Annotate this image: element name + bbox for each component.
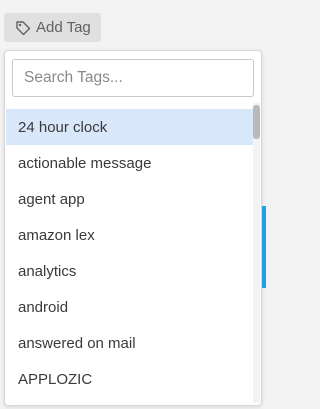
scrollbar-thumb[interactable]: [253, 105, 260, 139]
tag-list: 24 hour clock actionable message agent a…: [6, 109, 254, 397]
add-tag-button[interactable]: Add Tag: [4, 13, 101, 42]
tag-option[interactable]: android: [6, 289, 254, 325]
tag-option[interactable]: APPLOZIC: [6, 361, 254, 397]
add-tag-label: Add Tag: [36, 19, 91, 36]
background-accent-bar: [262, 206, 266, 288]
tag-dropdown: 24 hour clock actionable message agent a…: [4, 50, 262, 406]
search-tags-field[interactable]: [12, 59, 254, 97]
tag-option[interactable]: 24 hour clock: [6, 109, 254, 145]
tag-option[interactable]: agent app: [6, 181, 254, 217]
tag-option[interactable]: actionable message: [6, 145, 254, 181]
tag-list-scrollbar[interactable]: [253, 103, 260, 403]
tag-option[interactable]: answered on mail: [6, 325, 254, 361]
tag-option[interactable]: analytics: [6, 253, 254, 289]
tag-option[interactable]: amazon lex: [6, 217, 254, 253]
tag-icon: [15, 20, 31, 36]
search-tags-input[interactable]: [13, 60, 253, 96]
